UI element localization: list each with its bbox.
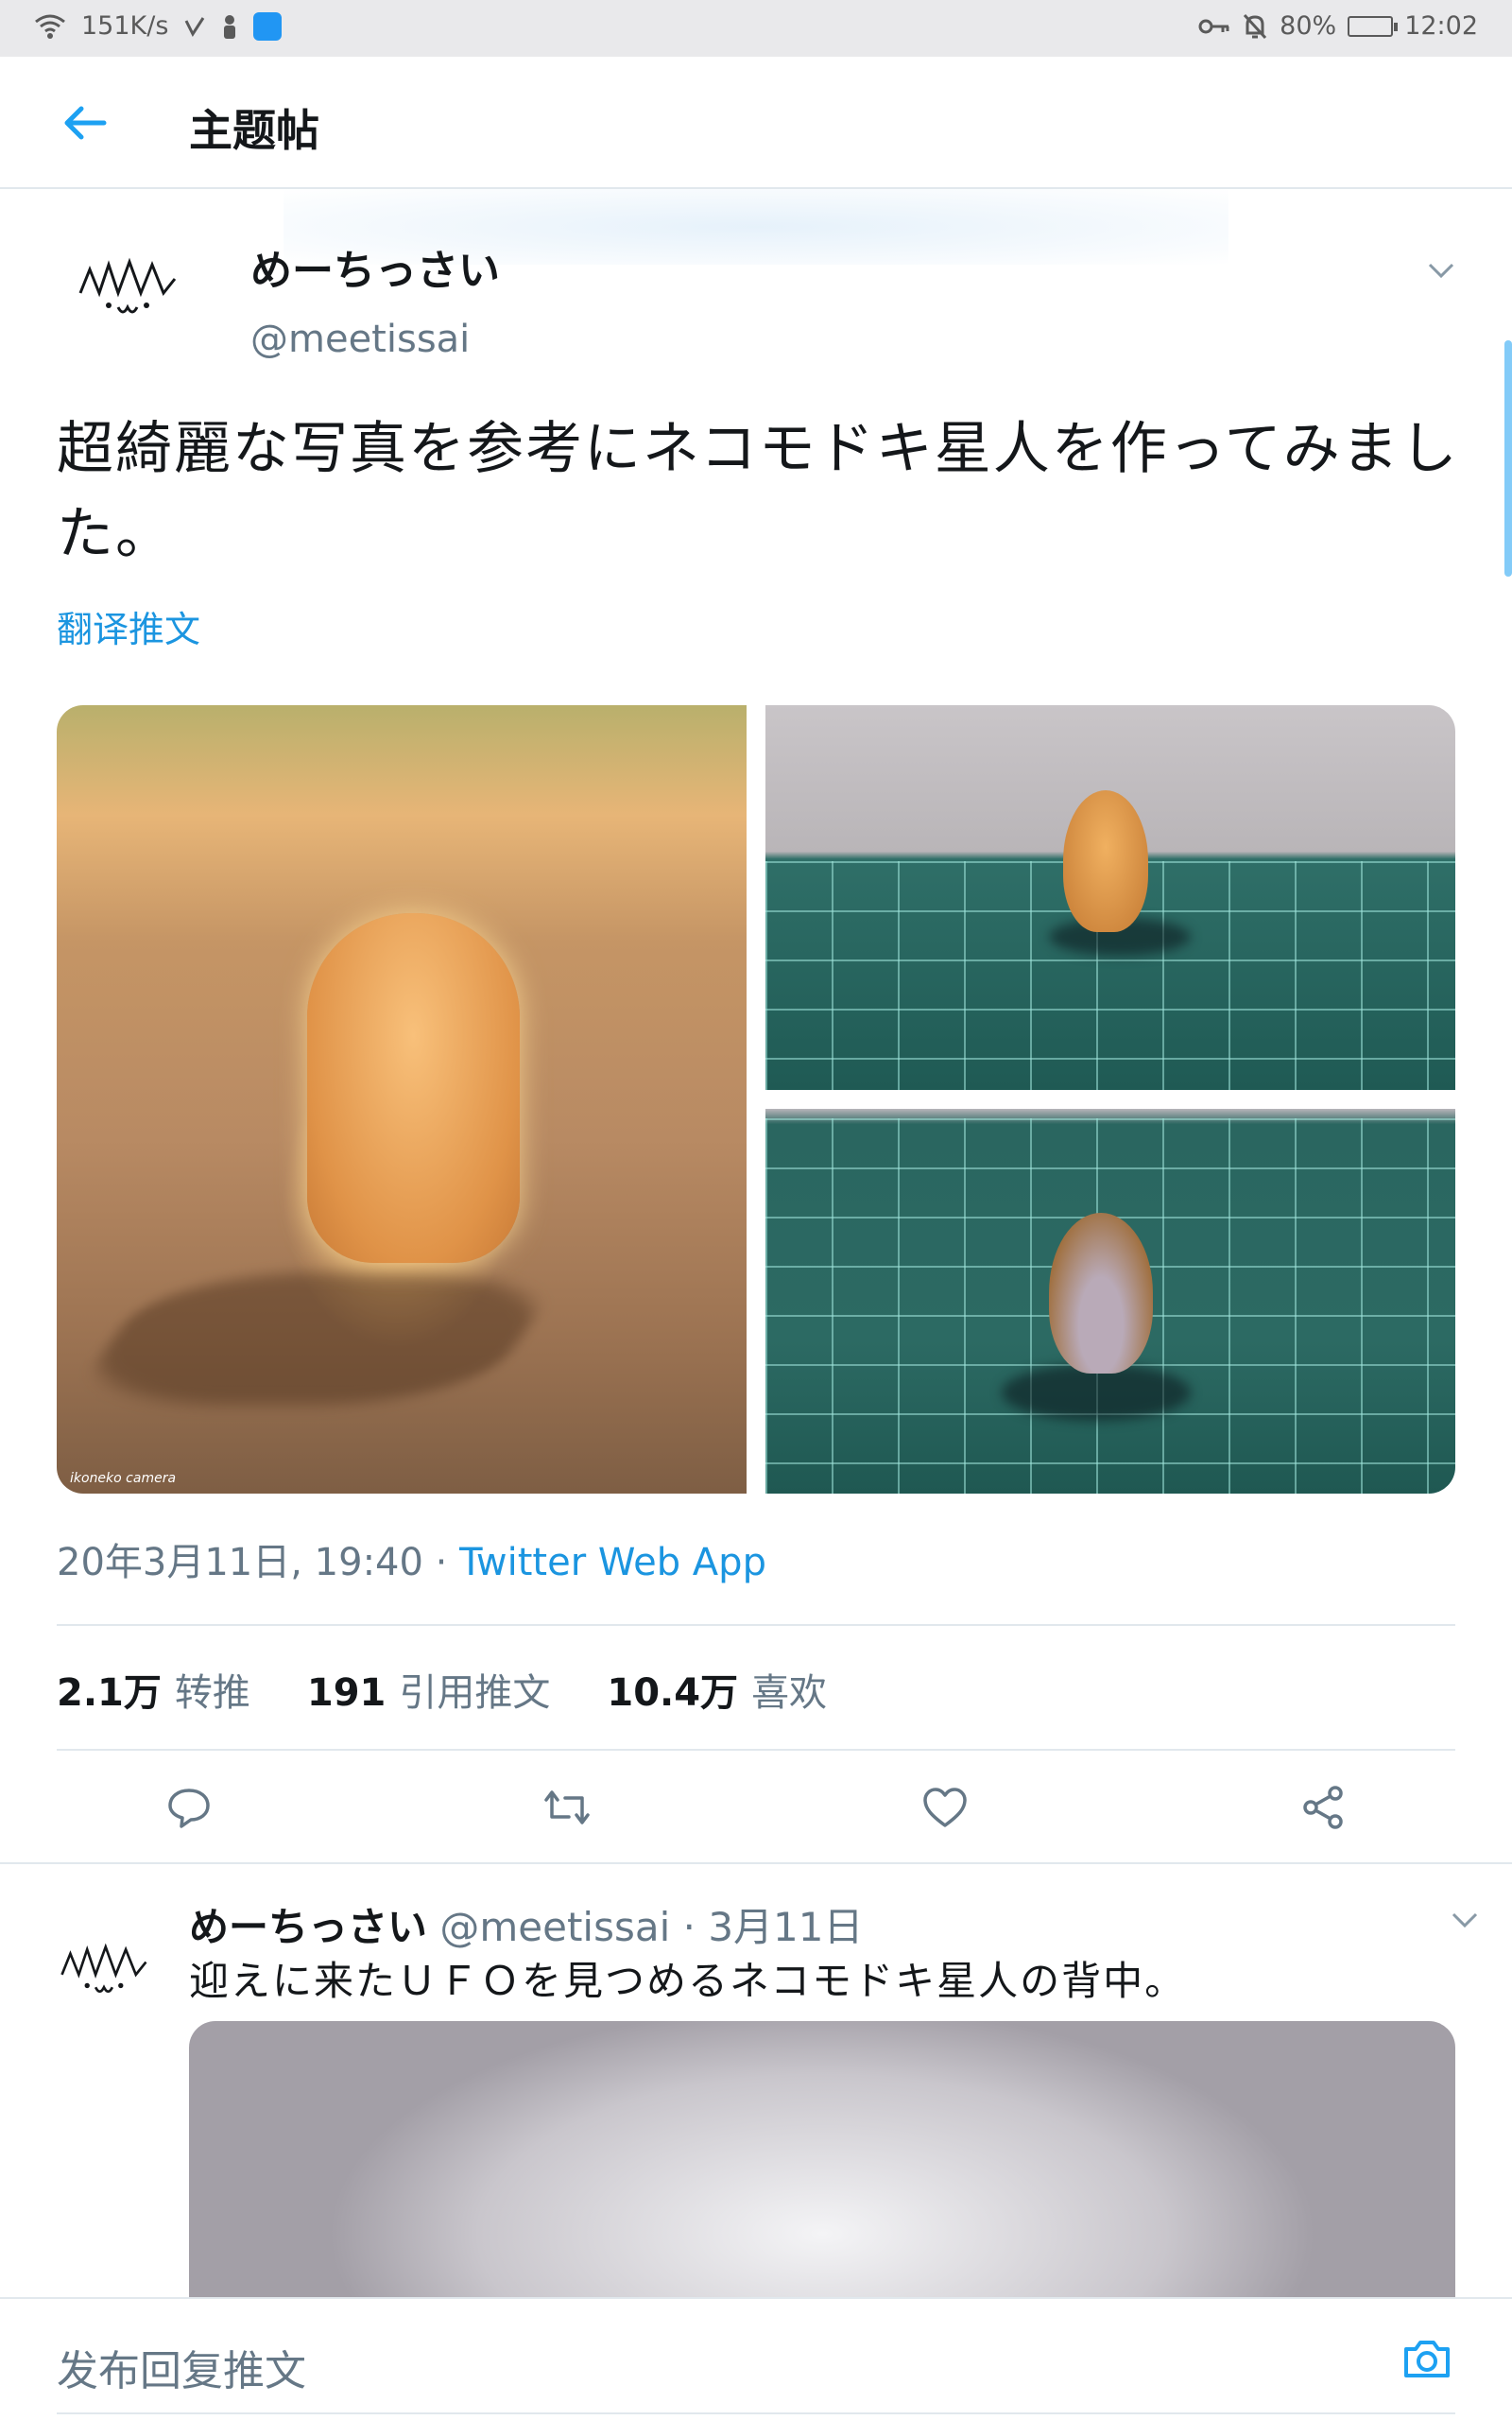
quotes-count: 191 [306,1671,387,1715]
share-icon [1303,1786,1343,1829]
battery-icon [1348,15,1399,37]
camera-icon [1404,2341,1450,2377]
retweet-icon [544,1790,590,1824]
photo-watermark: ikoneko camera [70,1471,177,1486]
retweets-count: 2.1万 [57,1671,162,1715]
avatar-doodle-icon [60,1943,147,1993]
battery-percent: 80% [1280,11,1337,41]
reply-button[interactable] [151,1770,227,1845]
cat-figure [307,913,520,1263]
heart-icon [923,1788,967,1827]
reply-text: 迎えに来たＵＦＯを見つめるネコモドキ星人の背中。 [189,1958,1187,2004]
retweet-button[interactable] [529,1770,605,1845]
avatar[interactable] [66,232,189,336]
scrollbar[interactable] [1504,340,1512,577]
reply-icon [168,1789,210,1828]
reply-meta: @meetissai · 3月11日 [439,1904,864,1950]
tweet-source[interactable]: Twitter Web App [459,1541,766,1584]
tweet-author[interactable]: めーちっさい @meetissai [250,236,500,361]
compose-bar: 发布回复推文 [0,2297,1512,2420]
clock: 12:02 [1404,11,1478,41]
retweets-label: 转推 [174,1671,250,1715]
share-button[interactable] [1285,1770,1361,1845]
notification-person-icon [224,14,236,39]
status-right: 80% 12:02 [1198,11,1478,41]
input-underline [57,2412,1455,2414]
key-icon [1198,19,1229,33]
tweet-stats: 2.1万 转推 191 引用推文 10.4万 喜欢 [57,1662,827,1717]
tweet-meta: 20年3月11日, 19:40 · Twitter Web App [57,1531,766,1586]
author-name[interactable]: めーちっさい [250,236,500,297]
like-button[interactable] [907,1770,983,1845]
bell-off-icon [1244,13,1267,39]
likes-stat[interactable]: 10.4万 喜欢 [607,1662,827,1717]
reply-menu-button[interactable] [1446,1905,1484,1933]
arrow-left-icon [64,106,107,140]
divider [57,1624,1455,1626]
back-button[interactable] [47,93,123,153]
wifi-icon [35,14,65,39]
chevron-down-icon [1452,1912,1478,1928]
tweet-timestamp: 20年3月11日, 19:40 [57,1541,423,1584]
page-title: 主题帖 [189,105,319,156]
quotes-label: 引用推文 [399,1671,551,1715]
reply-input[interactable]: 发布回复推文 [57,2337,306,2397]
reply-avatar[interactable] [47,1919,161,2014]
divider [57,1749,1455,1751]
net-speed: 151K/s [81,11,169,41]
translate-link[interactable]: 翻译推文 [57,600,200,652]
author-handle[interactable]: @meetissai [250,318,500,361]
app-header: 主题帖 [0,57,1512,189]
section-divider [0,1862,1512,1864]
reply-author-name[interactable]: めーちっさい [189,1904,427,1950]
camera-button[interactable] [1389,2325,1465,2392]
tweet-media: ikoneko camera [57,705,1455,1494]
photo-figure-back[interactable] [765,705,1455,1090]
photo-cat-on-sand[interactable]: ikoneko camera [57,705,747,1494]
meta-separator: · [422,1541,460,1584]
retweets-stat[interactable]: 2.1万 转推 [57,1662,250,1717]
cat-shadow [66,1272,567,1405]
status-bar: 151K/s 80% 12:02 [0,0,1512,57]
figure-back [1063,790,1148,932]
figure-front [1049,1213,1153,1374]
app-notification-icon [253,11,283,41]
likes-count: 10.4万 [607,1671,739,1715]
quotes-stat[interactable]: 191 引用推文 [307,1662,551,1717]
tweet-actions [0,1770,1512,1845]
chevron-down-icon [1428,263,1454,279]
signal-check-icon [185,16,205,37]
photo-figure-front[interactable] [765,1109,1455,1494]
likes-label: 喜欢 [751,1671,828,1715]
avatar-doodle-icon [78,257,177,314]
reply-photo[interactable] [189,2021,1455,2305]
tweet-menu-button[interactable] [1422,255,1460,284]
reply-header[interactable]: めーちっさい @meetissai · 3月11日 [189,1895,864,1953]
tweet-text: 超綺麗な写真を参考にネコモドキ星人を作ってみました。 [57,416,1459,567]
status-left: 151K/s [34,11,283,41]
